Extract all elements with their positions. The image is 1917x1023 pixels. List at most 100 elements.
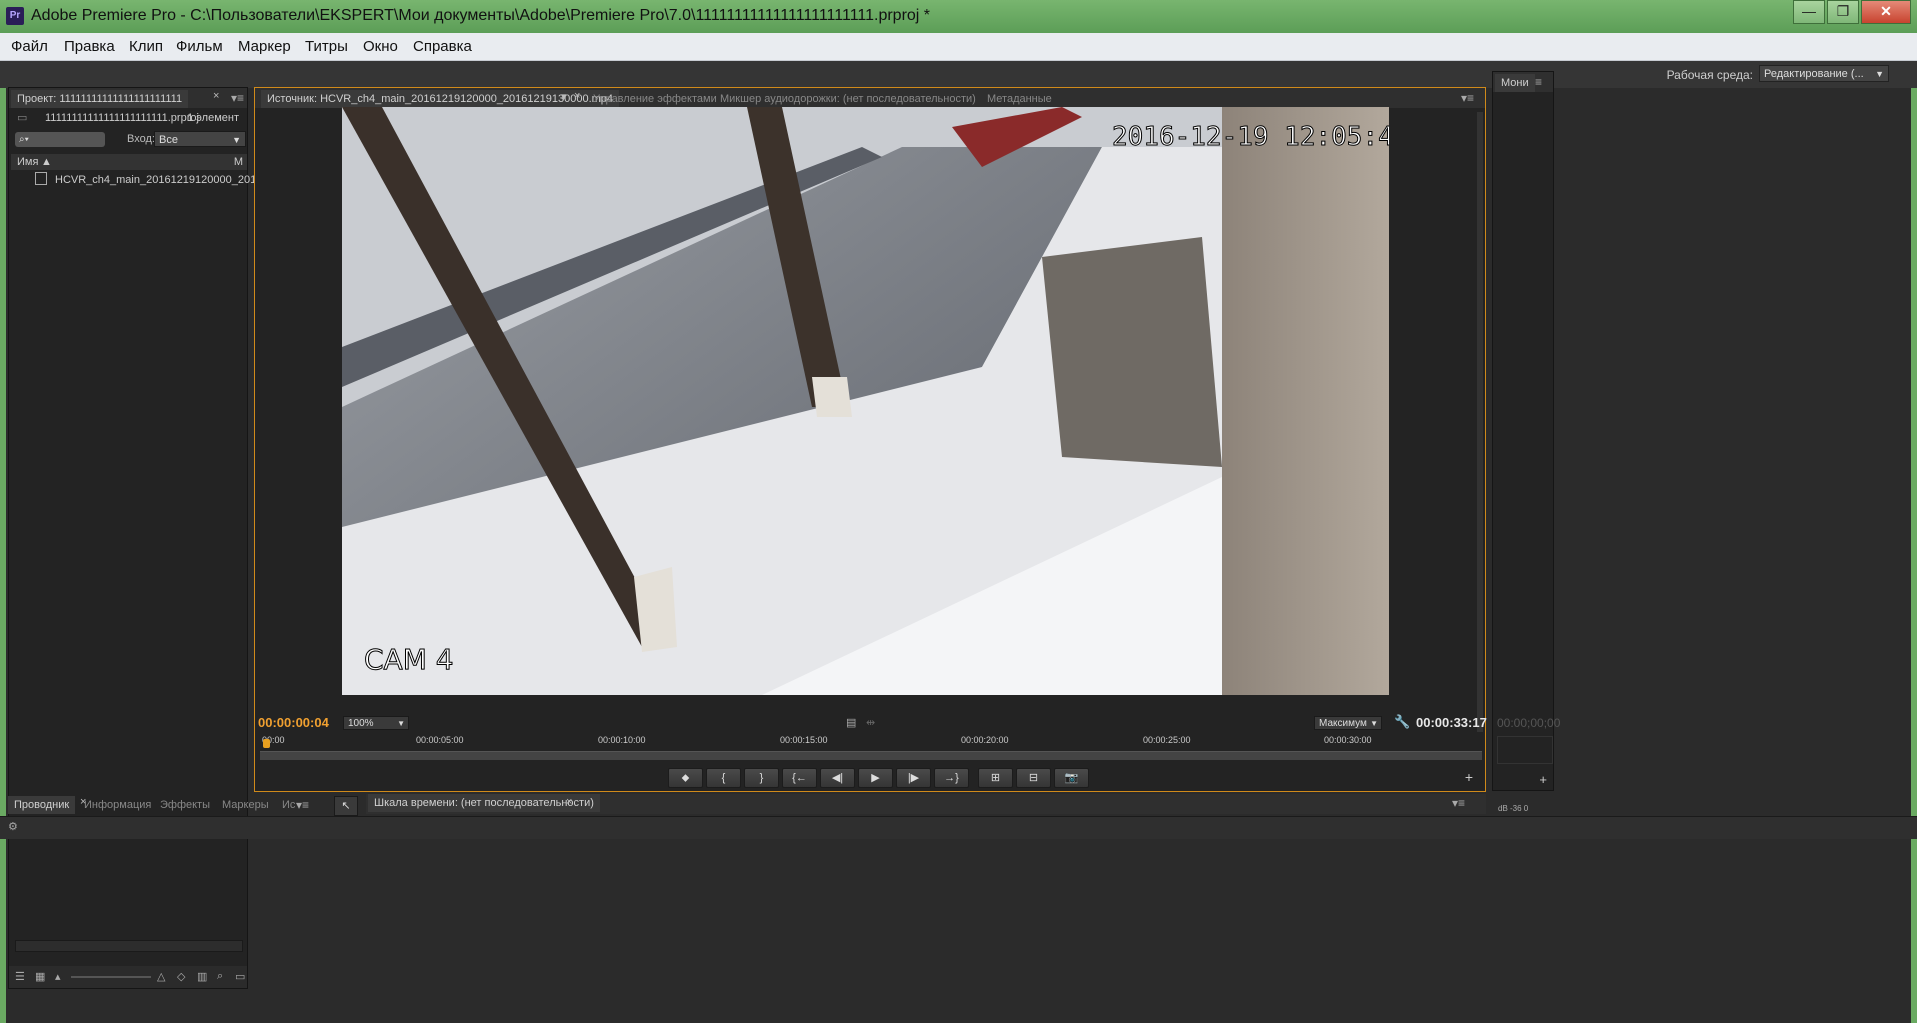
panel-menu-icon[interactable]: ▾≡ (1461, 91, 1474, 105)
window-title: Adobe Premiere Pro - C:\Пользователи\EKS… (31, 7, 931, 24)
menu-sequence[interactable]: Фильм (176, 38, 223, 55)
cursor-tool-icon[interactable]: ↖ (334, 796, 358, 816)
mark-out-button[interactable]: } (744, 768, 779, 788)
program-ruler[interactable] (1497, 736, 1553, 764)
workspace-select[interactable]: Редактирование (... ▼ (1759, 65, 1889, 82)
zoom-out-icon[interactable]: ▴ (55, 970, 61, 983)
horizontal-scrollbar[interactable] (15, 940, 243, 952)
column-name[interactable]: Имя (17, 154, 38, 170)
video-clip-icon (35, 172, 47, 185)
playhead-timecode[interactable]: 00:00:00:04 (258, 715, 329, 730)
zoom-slider[interactable] (71, 976, 151, 978)
menu-clip[interactable]: Клип (129, 38, 163, 55)
mark-in-button[interactable]: { (706, 768, 741, 788)
tick-label: 00:00:15:00 (780, 735, 828, 745)
minimize-button[interactable]: — (1793, 0, 1825, 24)
tab-project[interactable]: Проект: 11111111111111111111111 (11, 90, 189, 108)
project-toolbar: ☰ ▦ ▴ △ ◇ ▥ ⌕ ▭ (9, 966, 247, 988)
wrench-icon[interactable]: 🔧 (1394, 714, 1410, 730)
close-icon[interactable]: × (574, 90, 580, 102)
audio-meter: dB -36 0 (1488, 794, 1558, 816)
window-frame-left (0, 33, 6, 1023)
program-timecode: 00:00;00;00 (1497, 716, 1561, 730)
close-button[interactable]: ✕ (1861, 0, 1911, 24)
play-button[interactable]: ▶ (858, 768, 893, 788)
zoom-select[interactable]: 100% ▼ (343, 716, 409, 730)
find-icon[interactable]: ⌕ (217, 970, 223, 983)
menu-window[interactable]: Окно (363, 38, 398, 55)
sort-icon[interactable]: ◇ (177, 970, 185, 983)
menu-bar: Файл Правка Клип Фильм Маркер Титры Окно… (0, 33, 1917, 61)
window-frame-right (1911, 33, 1917, 1023)
transport-controls: ⬥ { } {← ◀| ▶ |▶ →} ⊞ ⊟ 📷 (668, 768, 1092, 788)
workspace-label: Рабочая среда: (1666, 68, 1753, 82)
list-view-icon[interactable]: ☰ (15, 970, 25, 983)
tab-audio-mixer[interactable]: Микшер аудиодорожки: (нет последовательн… (714, 90, 982, 108)
premiere-app-icon: Pr (6, 7, 24, 25)
overwrite-button[interactable]: ⊟ (1016, 768, 1051, 788)
playback-quality-select[interactable]: Максимум ▼ (1314, 716, 1382, 730)
zoom-scroll-track[interactable] (260, 751, 1482, 760)
step-forward-button[interactable]: |▶ (896, 768, 931, 788)
icon-view-icon[interactable]: ▦ (35, 970, 45, 983)
close-icon[interactable]: × (566, 796, 572, 808)
playhead-handle[interactable] (263, 739, 270, 748)
button-editor-plus-icon[interactable]: + (1465, 769, 1473, 785)
chevron-down-icon[interactable]: ▾ (561, 90, 567, 103)
tick-label: 00:00:20:00 (961, 735, 1009, 745)
menu-title[interactable]: Титры (305, 38, 348, 55)
stairs (1042, 237, 1222, 467)
panel-menu-icon[interactable]: ▾≡ (231, 91, 244, 105)
item-count: 1 элемент (187, 112, 239, 124)
new-bin-icon[interactable]: ▭ (235, 970, 245, 983)
go-to-in-button[interactable]: {← (782, 768, 817, 788)
project-panel: Проект: 11111111111111111111111 × ▾≡ ▭ 1… (8, 87, 268, 989)
search-input[interactable]: ⌕▾ (15, 132, 105, 147)
automate-icon[interactable]: ▥ (197, 970, 207, 983)
trunk-whitewash-2 (812, 377, 852, 417)
vertical-scrollbar[interactable] (1477, 112, 1483, 732)
folder-icon: ▭ (17, 112, 28, 124)
drag-audio-icon[interactable]: ⇹ (866, 716, 875, 729)
menu-edit[interactable]: Правка (64, 38, 115, 55)
time-ruler[interactable]: 00:00 00:00:05:00 00:00:10:00 00:00:15:0… (260, 733, 1482, 761)
step-back-button[interactable]: ◀| (820, 768, 855, 788)
status-bar: ⚙ (0, 816, 1917, 839)
export-frame-button[interactable]: 📷 (1054, 768, 1089, 788)
insert-button[interactable]: ⊞ (978, 768, 1013, 788)
panel-menu-icon[interactable]: ▾≡ (296, 798, 309, 812)
column-header[interactable]: Имя ▲ M (11, 154, 247, 170)
close-icon[interactable]: × (213, 90, 219, 102)
tab-effect-controls[interactable]: Управление эффектами (587, 90, 723, 108)
menu-help[interactable]: Справка (413, 38, 472, 55)
tick-label: 00:00:30:00 (1324, 735, 1372, 745)
menu-marker[interactable]: Маркер (238, 38, 291, 55)
status-icon[interactable]: ⚙ (8, 820, 18, 833)
column-m[interactable]: M (234, 154, 243, 170)
tab-markers[interactable]: Маркеры (216, 796, 275, 814)
clip-name: HCVR_ch4_main_20161219120000_20161 (55, 174, 269, 186)
plus-icon[interactable]: + (1539, 772, 1547, 787)
tab-program-monitor[interactable]: Мони (1495, 74, 1535, 92)
go-to-out-button[interactable]: →} (934, 768, 969, 788)
tab-metadata[interactable]: Метаданные (981, 90, 1058, 108)
tab-effects[interactable]: Эффекты (154, 796, 216, 814)
building-wall (1222, 107, 1389, 695)
zoom-in-icon[interactable]: △ (157, 970, 165, 983)
chevron-down-icon: ▼ (397, 719, 405, 728)
maximize-button[interactable]: ❐ (1827, 0, 1859, 24)
tick-label: 00:00:25:00 (1143, 735, 1191, 745)
video-frame[interactable]: 2016-12-19 12:05:47 CAM 4 (342, 107, 1389, 695)
tab-media-browser[interactable]: Проводник (8, 796, 76, 814)
chevron-down-icon: ▼ (232, 135, 241, 145)
add-marker-button[interactable]: ⬥ (668, 768, 703, 788)
film-icon[interactable]: ▤ (846, 716, 856, 729)
panel-menu-icon[interactable]: ≡ (1535, 75, 1542, 89)
list-item[interactable]: HCVR_ch4_main_20161219120000_20161 (35, 172, 268, 186)
in-select[interactable]: Все ▼ (154, 131, 246, 147)
overlay-cam: CAM 4 (364, 643, 454, 676)
panel-menu-icon[interactable]: ▾≡ (1452, 796, 1465, 810)
tab-info[interactable]: Информация (78, 796, 157, 814)
duration-timecode: 00:00:33:17 (1416, 715, 1487, 730)
menu-file[interactable]: Файл (11, 38, 48, 55)
